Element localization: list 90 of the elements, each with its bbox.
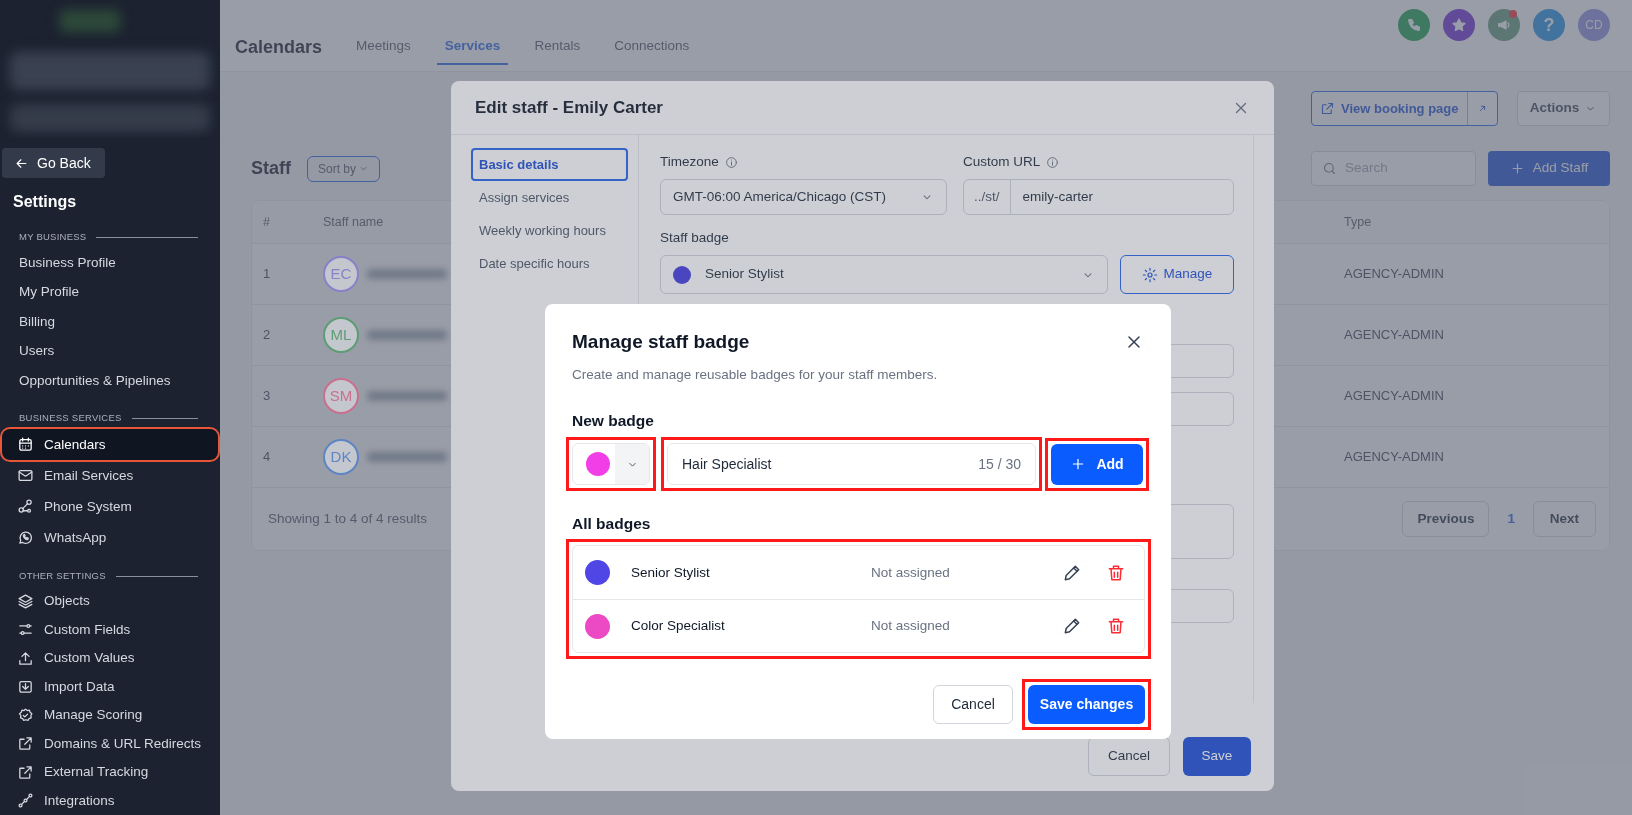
avatar: ML bbox=[323, 317, 359, 353]
upload-icon bbox=[17, 649, 34, 667]
badge-name: Senior Stylist bbox=[631, 563, 711, 582]
external-link-icon bbox=[17, 763, 34, 781]
nav-item[interactable]: Assign services bbox=[471, 181, 628, 214]
sidebar-item[interactable]: Users bbox=[2, 336, 218, 367]
layers-icon bbox=[17, 592, 34, 610]
badge-select[interactable]: Senior Stylist bbox=[660, 255, 1108, 294]
table-cell-text: AGENCY-ADMIN bbox=[1344, 326, 1444, 345]
sidebar-item[interactable]: WhatsApp bbox=[2, 522, 218, 554]
avatar: EC bbox=[323, 256, 359, 292]
field-value: emily-carter bbox=[1021, 187, 1094, 206]
page-title: Calendars bbox=[235, 35, 323, 59]
badge-icon bbox=[17, 706, 34, 724]
table-cell-text: 1 bbox=[262, 265, 272, 284]
section-heading: OTHER SETTINGS bbox=[19, 569, 106, 584]
column-header: # bbox=[262, 213, 271, 231]
gear-icon bbox=[1141, 266, 1158, 283]
column-header: Staff name bbox=[323, 214, 384, 229]
table-cell-text: AGENCY-ADMIN bbox=[1344, 448, 1444, 467]
sidebar-item[interactable]: My Profile bbox=[2, 277, 218, 308]
field-label: Timezone bbox=[660, 152, 719, 171]
timezone-select[interactable]: GMT-06:00 America/Chicago (CST) bbox=[660, 179, 947, 215]
favorites-button[interactable] bbox=[1443, 9, 1475, 41]
dialog-title: Manage staff badge bbox=[572, 330, 750, 354]
sidebar-item[interactable]: Custom Values bbox=[2, 644, 218, 673]
sidebar-item[interactable]: Import Data bbox=[2, 672, 218, 701]
badge-name: Color Specialist bbox=[631, 617, 726, 636]
table-cell-text: AGENCY-ADMIN bbox=[1344, 265, 1444, 284]
sidebar-item[interactable]: Custom Fields bbox=[2, 615, 218, 644]
table-cell-text: 3 bbox=[262, 387, 272, 406]
color-picker[interactable] bbox=[572, 443, 650, 485]
sidebar-item[interactable]: Business Profile bbox=[2, 248, 218, 278]
info-icon bbox=[724, 155, 738, 169]
nav-item[interactable]: Date specific hours bbox=[471, 247, 628, 280]
table-cell-text: 2 bbox=[262, 326, 272, 345]
add-button[interactable]: Add bbox=[1051, 443, 1143, 485]
url-prefix: ../st/ bbox=[964, 180, 1011, 214]
sidebar-item[interactable]: Email Services bbox=[2, 460, 218, 492]
info-icon bbox=[1046, 155, 1060, 169]
section-title: Staff bbox=[251, 157, 291, 180]
avatar: SM bbox=[323, 378, 359, 414]
sidebar-item[interactable]: Domains & URL Redirects bbox=[2, 729, 218, 758]
field-label: Custom URL bbox=[963, 152, 1041, 171]
dialog-subtitle: Create and manage reusable badges for your staff members. bbox=[572, 365, 939, 384]
manage-button[interactable]: Manage bbox=[1120, 255, 1234, 294]
field-value: Hair Specialist bbox=[682, 454, 773, 474]
calendar-icon bbox=[17, 436, 34, 454]
sidebar-item[interactable]: Objects bbox=[2, 587, 218, 616]
nav-item[interactable]: Weekly working hours bbox=[471, 214, 628, 247]
sidebar-item[interactable]: External Tracking bbox=[2, 758, 218, 787]
external-link-icon bbox=[1320, 101, 1335, 116]
column-header: Type bbox=[1344, 213, 1372, 231]
plus-icon bbox=[1509, 161, 1525, 176]
external-link-icon bbox=[17, 735, 34, 753]
assignment-status: Not assigned bbox=[871, 563, 951, 582]
assignment-status: Not assigned bbox=[871, 617, 951, 636]
table-cell-text: 4 bbox=[262, 448, 272, 467]
badge-name-field[interactable]: Hair Specialist 15 / 30 bbox=[667, 443, 1036, 485]
results-summary: Showing 1 to 4 of 4 results bbox=[268, 509, 428, 528]
announcements-button[interactable] bbox=[1488, 9, 1520, 41]
sidebar-item[interactable]: Opportunities & Pipelines bbox=[2, 366, 218, 396]
import-icon bbox=[17, 678, 34, 696]
section-heading: New badge bbox=[572, 410, 655, 431]
star-icon bbox=[1451, 17, 1467, 33]
cancel-button[interactable]: Cancel bbox=[933, 685, 1013, 725]
save-button[interactable]: Save bbox=[1183, 736, 1251, 776]
sidebar-item[interactable]: Manage Scoring bbox=[2, 701, 218, 730]
sidebar-item[interactable]: Phone System bbox=[2, 491, 218, 523]
section-heading: MY BUSINESS bbox=[19, 230, 87, 245]
sidebar-item[interactable]: Calendars bbox=[2, 429, 218, 461]
table-cell-text: AGENCY-ADMIN bbox=[1344, 387, 1444, 406]
connected-nodes-icon bbox=[17, 792, 34, 810]
chat-bubble-icon bbox=[17, 529, 34, 547]
sidebar-item[interactable]: Billing bbox=[2, 307, 218, 337]
phone-icon bbox=[1406, 17, 1422, 33]
section-heading: BUSINESS SERVICES bbox=[19, 411, 122, 426]
character-counter: 15 / 30 bbox=[978, 454, 1021, 474]
search-icon bbox=[1322, 161, 1337, 176]
connected-nodes-icon bbox=[17, 498, 34, 516]
save-changes-button[interactable]: Save changes bbox=[1028, 685, 1145, 725]
sidebar-title: Settings bbox=[13, 192, 78, 213]
back-button[interactable]: Go Back bbox=[2, 147, 105, 179]
dialog-title: Edit staff - Emily Carter bbox=[475, 96, 663, 119]
field-label: Staff badge bbox=[660, 228, 729, 247]
section-heading: All badges bbox=[572, 514, 652, 534]
url-field[interactable]: ../st/ emily-carter bbox=[963, 179, 1234, 215]
nav-item[interactable]: Basic details bbox=[471, 148, 628, 181]
avatar: DK bbox=[323, 439, 359, 475]
sidebar-item[interactable]: Integrations bbox=[2, 786, 218, 815]
